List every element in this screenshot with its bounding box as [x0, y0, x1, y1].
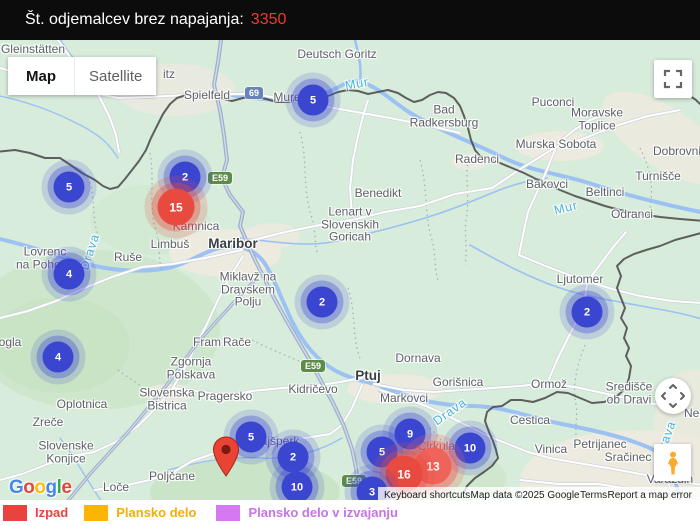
map-button[interactable]: Map — [8, 57, 75, 95]
cluster-marker[interactable]: 10 — [454, 432, 486, 464]
location-pin[interactable] — [212, 436, 240, 482]
google-logo-letter: g — [45, 477, 58, 498]
map-markers-layer: 5 2 15 5 4 4 2 2 5 9 10 5 2 13 16 10 3 — [0, 40, 700, 525]
legend-swatch — [216, 504, 241, 521]
cluster-marker[interactable]: 4 — [42, 341, 74, 373]
fullscreen-button[interactable] — [654, 60, 692, 98]
attribution-item[interactable]: Terms — [580, 490, 607, 501]
cluster-marker[interactable]: 10 — [281, 471, 313, 503]
google-logo[interactable]: Google — [9, 477, 72, 499]
google-logo-letter: e — [61, 477, 72, 498]
street-view-person-icon — [667, 451, 678, 474]
cluster-marker[interactable]: 9 — [394, 418, 426, 450]
outage-label: Št. odjemalcev brez napajanja: — [25, 11, 244, 28]
legend-swatch — [84, 504, 109, 521]
pin-icon — [212, 436, 240, 477]
legend-label: Izpad — [35, 505, 69, 520]
pegman-button[interactable] — [654, 444, 691, 481]
attribution-item: Map data ©2025 Google — [470, 489, 580, 501]
cluster-marker[interactable]: 5 — [297, 84, 329, 116]
cluster-marker[interactable]: 5 — [235, 421, 267, 453]
app-window: Št. odjemalcev brez napajanja: 3350 Glei… — [0, 0, 700, 525]
attribution-item[interactable]: Report a map error — [608, 490, 692, 501]
cluster-marker[interactable]: 2 — [277, 441, 309, 473]
legend-item: Plansko delo v izvajanju — [216, 504, 398, 521]
fullscreen-icon — [663, 69, 683, 89]
legend-item: Izpad — [3, 504, 69, 521]
outage-count: 3350 — [250, 11, 287, 28]
cluster-marker[interactable]: 5 — [53, 171, 85, 203]
four-way-arrows-icon — [661, 384, 685, 408]
header-bar: Št. odjemalcev brez napajanja: 3350 — [0, 0, 700, 40]
legend-bar: Izpad Plansko delo Plansko delo v izvajanj… — [0, 500, 700, 525]
legend-label: Plansko delo v izvajanju — [248, 505, 398, 520]
cluster-marker[interactable]: 2 — [306, 286, 338, 318]
legend-swatch — [3, 504, 27, 521]
map[interactable]: Gleinstätten Deutsch Goritz itz Spielfeld Mu… — [0, 40, 700, 525]
google-logo-letter: o — [34, 477, 46, 498]
satellite-button[interactable]: Satellite — [75, 57, 157, 95]
cluster-marker[interactable]: 4 — [53, 258, 85, 290]
google-logo-letter: o — [23, 477, 35, 498]
cluster-marker[interactable]: 15 — [157, 188, 195, 226]
legend-item: Plansko delo — [84, 504, 197, 521]
legend-label: Plansko delo — [116, 505, 197, 520]
attribution-item[interactable]: Keyboard shortcuts — [384, 490, 470, 501]
pan-control[interactable] — [655, 378, 691, 414]
cluster-marker[interactable]: 2 — [571, 296, 603, 328]
map-type-control: Map Satellite — [8, 57, 157, 95]
google-logo-letter: G — [9, 477, 24, 498]
